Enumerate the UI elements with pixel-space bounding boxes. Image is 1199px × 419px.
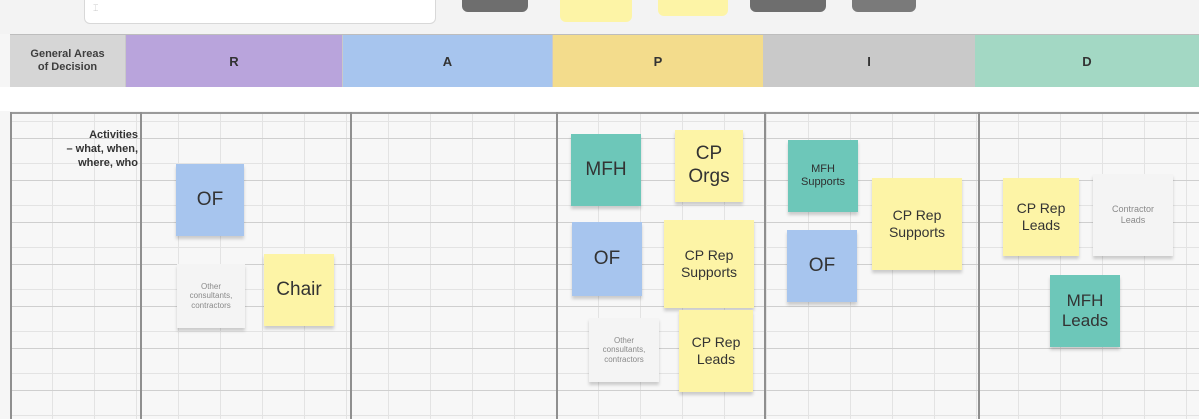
sticky-note-of[interactable]: OF <box>787 230 857 302</box>
note-text: MFH <box>811 162 835 175</box>
sticky-note-cp-rep-supports[interactable]: CP Rep Supports <box>664 220 754 308</box>
sticky-note-cp-orgs[interactable]: CP Orgs <box>675 130 743 202</box>
sticky-note-contractor-leads[interactable]: Contractor Leads <box>1093 174 1173 256</box>
sticky-note-of[interactable]: OF <box>176 164 244 236</box>
column-header-d[interactable]: D <box>975 35 1199 87</box>
note-text: CP Rep <box>691 334 741 351</box>
note-text: MFH <box>1066 290 1104 310</box>
sticky-note-cp-rep-supports[interactable]: CP Rep Supports <box>872 178 962 270</box>
board-gap <box>0 87 1199 111</box>
grid-line <box>10 390 1199 391</box>
note-text: CP Rep <box>1016 200 1066 217</box>
activities-label-line: – what, when, <box>66 143 138 155</box>
note-text: CP <box>695 143 723 165</box>
sticky-note-other-consultants[interactable]: Other consultants, contractors <box>589 318 659 382</box>
note-text: Leads <box>1120 215 1146 225</box>
sticky-note-chair[interactable]: Chair <box>264 254 334 326</box>
column-divider <box>978 112 980 419</box>
note-text: Supports <box>888 224 946 240</box>
sticky-note-cp-rep-leads[interactable]: CP Rep Leads <box>679 310 753 392</box>
column-header-p[interactable]: P <box>553 35 764 87</box>
column-header-a[interactable]: A <box>343 35 553 87</box>
activities-label-line: where, who <box>78 157 138 169</box>
note-text: contractors <box>604 354 644 364</box>
note-text: contractors <box>191 300 231 310</box>
note-text: Contractor <box>1111 204 1155 215</box>
sticky-note-other-consultants[interactable]: Other consultants, contractors <box>177 264 245 328</box>
peek-note[interactable] <box>560 0 632 22</box>
column-divider <box>350 112 352 419</box>
text-cursor-icon: ⌶ <box>93 3 99 13</box>
column-divider <box>764 112 766 419</box>
note-text: Leads <box>696 351 736 367</box>
note-text: Leads <box>1061 311 1109 330</box>
note-text: consultants, <box>602 345 646 355</box>
peek-note[interactable] <box>658 0 728 16</box>
column-header-r[interactable]: R <box>126 35 343 87</box>
note-text: Leads <box>1021 217 1061 233</box>
sticky-note-cp-rep-leads[interactable]: CP Rep Leads <box>1003 178 1079 256</box>
peek-note[interactable] <box>852 0 916 12</box>
note-text: Supports <box>800 176 846 188</box>
sticky-note-mfh[interactable]: MFH <box>571 134 641 206</box>
activities-row-label: Activities – what, when, where, who <box>36 128 138 170</box>
raci-header-row: General Areas of Decision R A P I D <box>10 34 1199 88</box>
column-divider <box>10 112 12 419</box>
note-text: Other <box>613 335 634 345</box>
row-label-line: General Areas <box>30 48 105 60</box>
note-text: consultants, <box>189 291 233 301</box>
row-label-line: of Decision <box>37 61 98 73</box>
note-text: Supports <box>680 264 738 280</box>
sticky-note-mfh-leads[interactable]: MFH Leads <box>1050 275 1120 347</box>
row-label-general-areas: General Areas of Decision <box>10 35 126 87</box>
column-header-i[interactable]: I <box>764 35 975 87</box>
note-text: CP Rep <box>684 247 734 264</box>
note-text: CP Rep <box>892 207 942 224</box>
activities-label-line: Activities <box>89 129 138 141</box>
note-text: Orgs <box>688 166 730 187</box>
peek-note[interactable] <box>462 0 528 12</box>
board-text-box[interactable]: ⌶ <box>84 0 436 24</box>
column-divider <box>556 112 558 419</box>
sticky-note-of[interactable]: OF <box>572 222 642 296</box>
sticky-note-mfh-supports[interactable]: MFH Supports <box>788 140 858 212</box>
column-divider <box>140 112 142 419</box>
note-text: Other <box>200 281 221 291</box>
peek-note[interactable] <box>750 0 826 12</box>
